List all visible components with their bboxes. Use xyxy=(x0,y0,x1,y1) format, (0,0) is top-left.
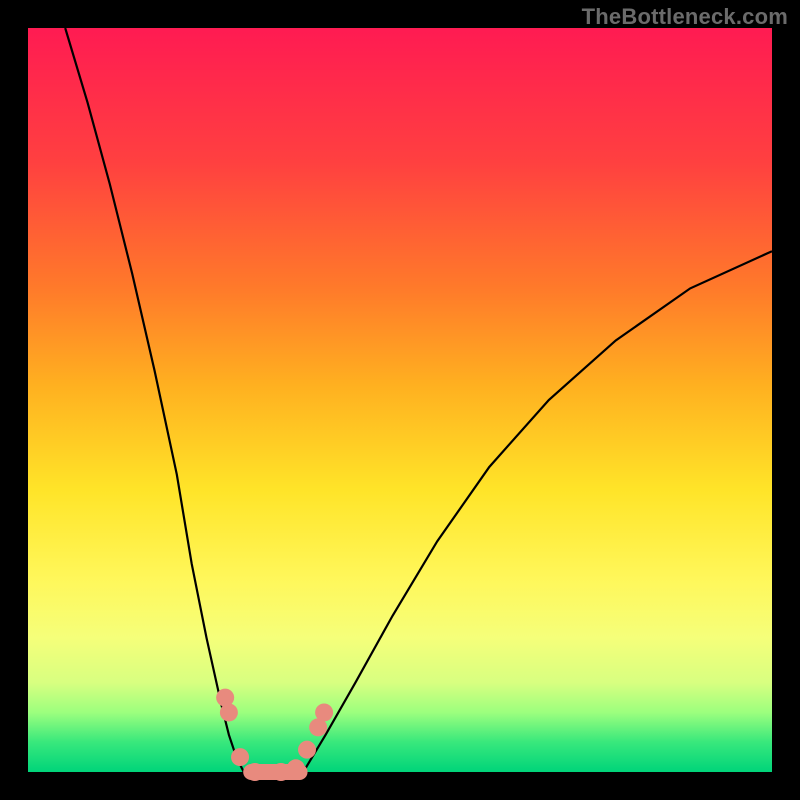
marker-group xyxy=(216,689,333,781)
chart-frame: TheBottleneck.com xyxy=(0,0,800,800)
data-marker xyxy=(298,741,316,759)
plot-area xyxy=(28,28,772,772)
data-marker xyxy=(231,748,249,766)
data-marker xyxy=(220,703,238,721)
data-marker xyxy=(315,703,333,721)
data-marker xyxy=(246,763,264,781)
curve-group xyxy=(65,28,772,772)
chart-svg xyxy=(28,28,772,772)
watermark-text: TheBottleneck.com xyxy=(582,4,788,30)
bottleneck-curve xyxy=(65,28,772,772)
data-marker xyxy=(287,759,305,777)
